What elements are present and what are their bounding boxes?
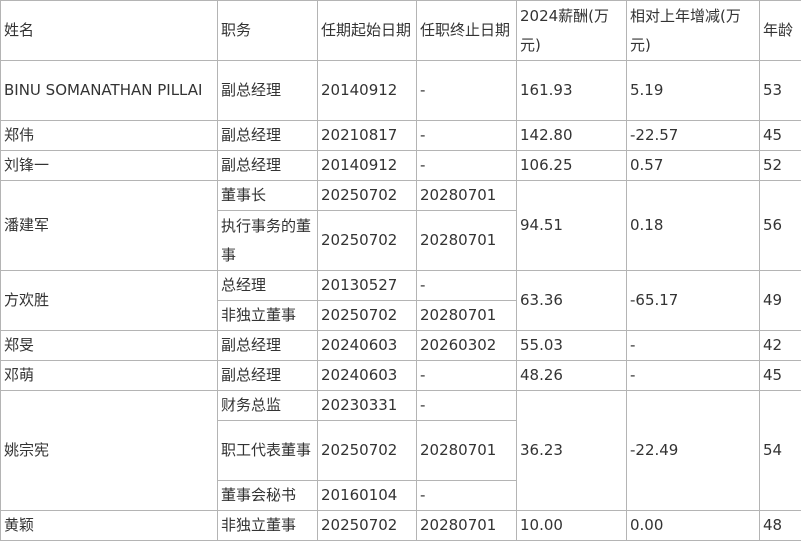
cell-start: 20230331: [317, 390, 417, 421]
header-change: 相对上年增减(万元): [626, 0, 760, 61]
cell-pay: 142.80: [516, 120, 627, 151]
cell-position: 董事会秘书: [217, 480, 318, 511]
table-row: 黄颖 非独立董事 20250702 20280701 10.00 0.00 48: [0, 510, 801, 541]
cell-end: -: [416, 150, 517, 181]
cell-start: 20160104: [317, 480, 417, 511]
table-row: 刘锋一 副总经理 20140912 - 106.25 0.57 52: [0, 150, 801, 181]
cell-pay: 10.00: [516, 510, 627, 541]
cell-end: -: [416, 270, 517, 301]
cell-name: 郑伟: [0, 120, 218, 151]
cell-pay: 94.51: [516, 180, 627, 271]
table-row: 方欢胜 总经理 20130527 - 63.36 -65.17 49: [0, 270, 801, 331]
cell-change: 0.57: [626, 150, 760, 181]
cell-start: 20210817: [317, 120, 417, 151]
cell-name: 黄颖: [0, 510, 218, 541]
cell-position: 副总经理: [217, 150, 318, 181]
table-row: 潘建军 董事长 20250702 20280701 94.51 0.18 56: [0, 180, 801, 271]
cell-change: 0.00: [626, 510, 760, 541]
cell-pay: 36.23: [516, 390, 627, 511]
cell-start: 20130527: [317, 270, 417, 301]
cell-position: 执行事务的董事: [217, 210, 318, 271]
cell-position: 副总经理: [217, 120, 318, 151]
cell-name: 郑旻: [0, 330, 218, 361]
cell-end: -: [416, 120, 517, 151]
cell-change: -22.57: [626, 120, 760, 151]
cell-position: 董事长: [217, 180, 318, 211]
cell-position: 非独立董事: [217, 510, 318, 541]
header-start-date: 任期起始日期: [317, 0, 417, 61]
cell-position: 副总经理: [217, 330, 318, 361]
cell-position: 总经理: [217, 270, 318, 301]
cell-age: 49: [759, 270, 801, 331]
cell-pay: 63.36: [516, 270, 627, 331]
cell-end: 20260302: [416, 330, 517, 361]
cell-end: 20280701: [416, 420, 517, 481]
cell-end: 20280701: [416, 300, 517, 331]
cell-change: -65.17: [626, 270, 760, 331]
cell-age: 52: [759, 150, 801, 181]
header-name: 姓名: [0, 0, 218, 61]
table-row: BINU SOMANATHAN PILLAI 副总经理 20140912 - 1…: [0, 60, 801, 121]
cell-age: 45: [759, 120, 801, 151]
cell-end: 20280701: [416, 180, 517, 211]
cell-change: -: [626, 360, 760, 391]
cell-name: BINU SOMANATHAN PILLAI: [0, 60, 218, 121]
header-age: 年龄: [759, 0, 801, 61]
cell-start: 20250702: [317, 420, 417, 481]
cell-start: 20250702: [317, 210, 417, 271]
cell-name: 刘锋一: [0, 150, 218, 181]
cell-start: 20240603: [317, 330, 417, 361]
cell-position: 副总经理: [217, 60, 318, 121]
cell-name: 姚宗宪: [0, 390, 218, 511]
cell-age: 42: [759, 330, 801, 361]
cell-name: 潘建军: [0, 180, 218, 271]
cell-age: 53: [759, 60, 801, 121]
cell-start: 20140912: [317, 60, 417, 121]
cell-change: -22.49: [626, 390, 760, 511]
cell-name: 邓萌: [0, 360, 218, 391]
cell-pay: 106.25: [516, 150, 627, 181]
cell-start: 20140912: [317, 150, 417, 181]
header-row: 姓名 职务 任期起始日期 任职终止日期 2024薪酬(万元) 相对上年增减(万元…: [0, 0, 801, 61]
header-end-date: 任职终止日期: [416, 0, 517, 61]
table-row: 姚宗宪 财务总监 20230331 - 36.23 -22.49 54: [0, 390, 801, 511]
cell-age: 54: [759, 390, 801, 511]
cell-end: -: [416, 360, 517, 391]
cell-change: -: [626, 330, 760, 361]
cell-end: 20280701: [416, 510, 517, 541]
cell-pay: 55.03: [516, 330, 627, 361]
header-position: 职务: [217, 0, 318, 61]
table-row: 郑旻 副总经理 20240603 20260302 55.03 - 42: [0, 330, 801, 361]
cell-start: 20250702: [317, 180, 417, 211]
cell-start: 20240603: [317, 360, 417, 391]
cell-position: 财务总监: [217, 390, 318, 421]
table-row: 邓萌 副总经理 20240603 - 48.26 - 45: [0, 360, 801, 391]
cell-position: 副总经理: [217, 360, 318, 391]
cell-change: 0.18: [626, 180, 760, 271]
cell-pay: 161.93: [516, 60, 627, 121]
cell-position: 非独立董事: [217, 300, 318, 331]
cell-position: 职工代表董事: [217, 420, 318, 481]
cell-pay: 48.26: [516, 360, 627, 391]
table-row: 郑伟 副总经理 20210817 - 142.80 -22.57 45: [0, 120, 801, 151]
header-compensation: 2024薪酬(万元): [516, 0, 627, 61]
cell-start: 20250702: [317, 510, 417, 541]
cell-end: 20280701: [416, 210, 517, 271]
cell-start: 20250702: [317, 300, 417, 331]
cell-change: 5.19: [626, 60, 760, 121]
cell-age: 48: [759, 510, 801, 541]
executive-compensation-table: 姓名 职务 任期起始日期 任职终止日期 2024薪酬(万元) 相对上年增减(万元…: [0, 0, 801, 541]
cell-age: 56: [759, 180, 801, 271]
cell-name: 方欢胜: [0, 270, 218, 331]
cell-end: -: [416, 390, 517, 421]
cell-age: 45: [759, 360, 801, 391]
cell-end: -: [416, 60, 517, 121]
cell-end: -: [416, 480, 517, 511]
